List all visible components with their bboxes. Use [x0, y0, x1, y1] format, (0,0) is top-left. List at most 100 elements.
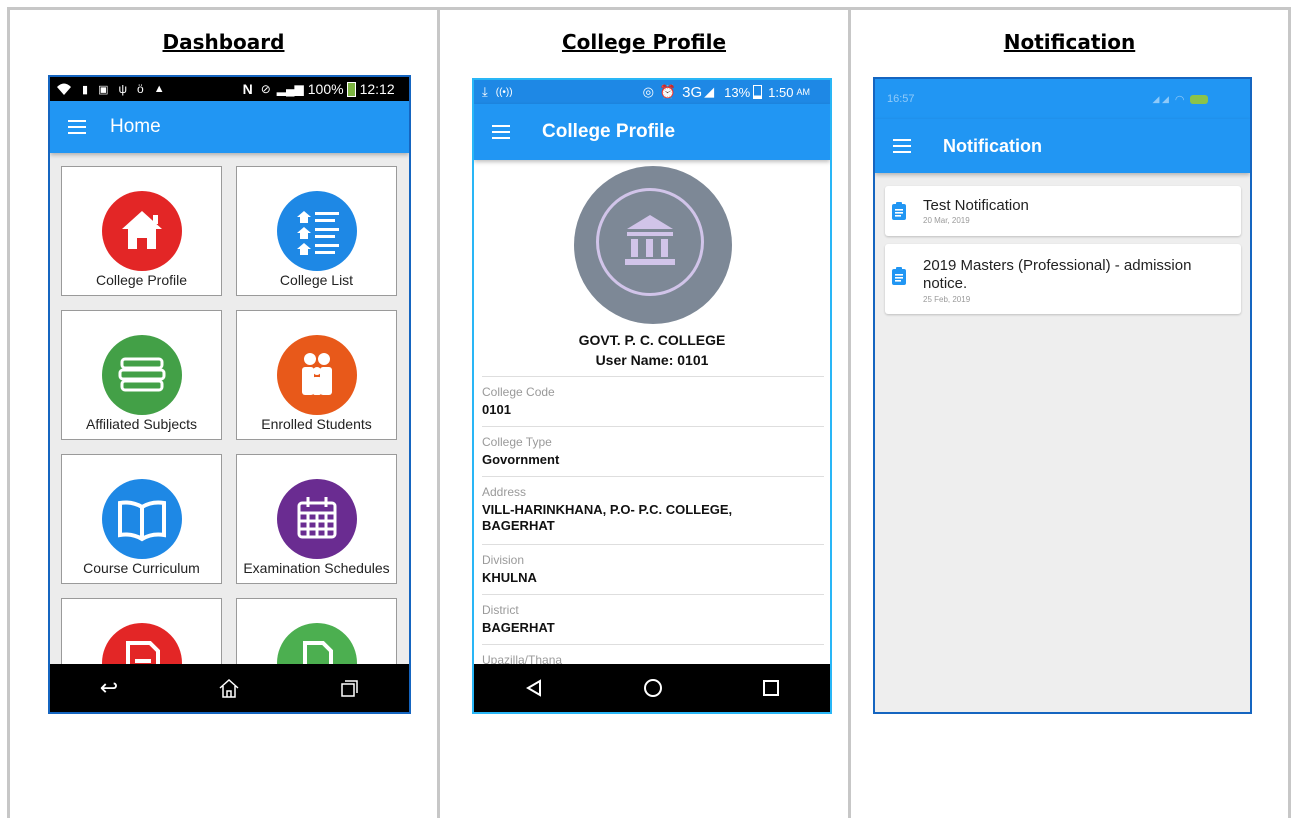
field-college-type: College Type Govornment — [482, 426, 824, 468]
battery-icon — [753, 85, 763, 99]
institution-icon — [596, 188, 704, 296]
menu-icon[interactable] — [68, 120, 86, 134]
notification-title: Test Notification — [923, 197, 1029, 214]
notification-title: 2019 Masters (Professional) - admission … — [923, 257, 1192, 292]
panel-title-college-profile: College Profile — [561, 30, 727, 54]
tile-affiliated-subjects[interactable]: Affiliated Subjects — [61, 310, 222, 440]
page-title: Home — [110, 116, 161, 137]
app-bar: Notification — [875, 119, 1250, 173]
page-title: Notification — [943, 135, 1042, 156]
hotspot-icon: ((•)) — [495, 86, 513, 98]
battery-icon — [346, 81, 356, 97]
download-icon: ⤓ — [482, 84, 488, 99]
list-icon — [277, 191, 357, 271]
mute-icon: ⊘ — [260, 82, 271, 96]
table-border-right — [1288, 7, 1291, 818]
tile-examination-schedules[interactable]: Examination Schedules — [236, 454, 397, 584]
android-icon: ▲ — [153, 83, 165, 95]
panel-title-notification: Notification — [1003, 30, 1136, 54]
back-icon[interactable] — [524, 678, 544, 698]
field-value: Govornment — [482, 452, 560, 467]
notification-date: 20 Mar, 2019 — [923, 216, 970, 225]
field-district: District BAGERHAT — [482, 594, 824, 636]
table-border-left — [7, 7, 10, 818]
signal-icon: ◢ ◢ — [1152, 93, 1169, 104]
status-bar: 16:57 ◢ ◢ ◠ — [875, 79, 1250, 119]
tile-label: College Profile — [95, 272, 188, 288]
wifi-icon — [57, 83, 71, 95]
status-bar: ▮ ▣ ψ ö ▲ N ⊘ ▂▄▆ 100% 12:12 — [50, 77, 409, 101]
notification-date: 25 Feb, 2019 — [923, 295, 971, 304]
clipboard-icon — [892, 202, 906, 220]
field-address: Address VILL-HARINKHANA, P.O- P.C. COLLE… — [482, 476, 824, 534]
tile-college-list[interactable]: College List — [236, 166, 397, 296]
college-profile-phone: ⤓ ((•)) ◎ ⏰ 3G ◢ 13% 1:50 AM College Pro… — [472, 78, 832, 714]
battery-percent: 100% — [307, 81, 344, 97]
location-icon: ◎ — [642, 84, 654, 99]
notification-item[interactable]: Test Notification 20 Mar, 2019 — [885, 186, 1241, 236]
field-division: Division KHULNA — [482, 544, 824, 586]
field-value: VILL-HARINKHANA, P.O- P.C. COLLEGE, BAGE… — [482, 502, 733, 533]
notification-phone: 16:57 ◢ ◢ ◠ Notification Test Notificati… — [873, 77, 1252, 714]
navigation-bar — [474, 664, 830, 712]
notification-item[interactable]: 2019 Masters (Professional) - admission … — [885, 244, 1241, 314]
tile-course-curriculum[interactable]: Course Curriculum — [61, 454, 222, 584]
table-divider-2 — [848, 7, 851, 818]
wifi-icon: ◠ — [1174, 93, 1185, 106]
tile-enrolled-students[interactable]: Enrolled Students — [236, 310, 397, 440]
signal-icon: ▂▄▆ — [276, 82, 304, 96]
app-bar: Home — [50, 101, 409, 153]
books-icon — [102, 335, 182, 415]
table-border-top — [7, 7, 1291, 10]
panel-title-dashboard: Dashboard — [162, 30, 285, 54]
college-logo — [574, 166, 732, 324]
field-label: District — [482, 603, 519, 617]
clock: 12:12 — [359, 81, 395, 97]
calendar-icon — [277, 479, 357, 559]
alarm-icon: ⏰ — [659, 84, 677, 99]
status-bar: ⤓ ((•)) ◎ ⏰ 3G ◢ 13% 1:50 AM — [474, 80, 830, 104]
battery-percent: 13% — [724, 84, 751, 100]
message-icon: ▣ — [98, 83, 109, 96]
field-value: BAGERHAT — [482, 620, 555, 635]
clock: 1:50 — [768, 84, 794, 100]
menu-icon[interactable] — [893, 139, 911, 153]
home-nav-icon[interactable] — [218, 677, 240, 699]
home-icon — [102, 191, 182, 271]
field-value: KHULNA — [482, 570, 537, 585]
tile-label: Examination Schedules — [243, 560, 390, 576]
navigation-bar: ↩ — [50, 664, 409, 712]
clock-ampm: AM — [796, 87, 810, 97]
home-nav-icon[interactable] — [643, 678, 663, 698]
signal-icon: ◢ — [704, 84, 715, 99]
tile-label: College List — [279, 272, 354, 288]
user-name: User Name: 0101 — [595, 352, 709, 368]
field-label: Division — [482, 553, 525, 567]
nfc-icon: N — [242, 81, 253, 97]
tile-label: Affiliated Subjects — [85, 416, 198, 432]
battery-icon — [1190, 94, 1209, 104]
field-label: College Code — [482, 385, 555, 399]
recents-icon[interactable] — [339, 678, 359, 698]
students-icon — [277, 335, 357, 415]
alarm-icon: ö — [137, 82, 144, 96]
tile-label: Course Curriculum — [83, 560, 200, 576]
usb-icon: ψ — [118, 82, 128, 96]
clipboard-icon — [892, 267, 906, 285]
field-label: College Type — [482, 435, 552, 449]
field-label: Address — [482, 485, 527, 499]
recents-icon[interactable] — [762, 679, 780, 697]
college-name: GOVT. P. C. COLLEGE — [578, 332, 726, 348]
app-bar: College Profile — [474, 104, 830, 160]
tile-label: Enrolled Students — [261, 416, 372, 432]
menu-icon[interactable] — [492, 125, 510, 139]
dashboard-phone: ▮ ▣ ψ ö ▲ N ⊘ ▂▄▆ 100% 12:12 Home Colleg… — [48, 75, 411, 714]
back-icon[interactable]: ↩ — [100, 675, 118, 701]
network-type: 3G — [682, 83, 703, 101]
field-value: 0101 — [482, 402, 511, 417]
field-college-code: College Code 0101 — [482, 376, 824, 418]
clock: 16:57 — [887, 93, 915, 105]
sim-icon: ▮ — [82, 83, 89, 96]
tile-college-profile[interactable]: College Profile — [61, 166, 222, 296]
table-divider-1 — [437, 7, 440, 818]
